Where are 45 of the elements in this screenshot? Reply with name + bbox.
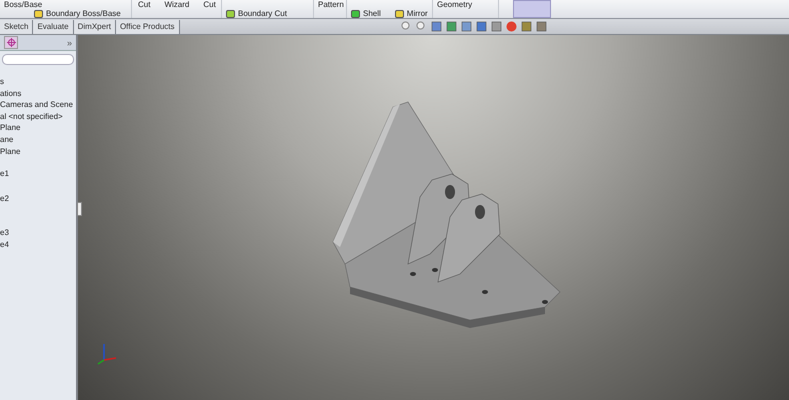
ribbon-command[interactable]: Boss/Base [4, 0, 42, 9]
ribbon-tab[interactable]: Office Products [116, 20, 180, 34]
command-icon [226, 10, 235, 18]
view-tool-icon[interactable] [446, 21, 457, 32]
tree-item[interactable]: al <not specified> [0, 110, 76, 122]
ribbon-tab[interactable]: Evaluate [33, 20, 74, 34]
ribbon-command[interactable]: Cut [203, 0, 216, 9]
tree-item[interactable]: e4 [0, 238, 76, 251]
view-tool-icon[interactable] [401, 21, 412, 32]
command-icon [351, 10, 360, 18]
property-tab[interactable] [4, 36, 18, 49]
filter-field[interactable] [2, 54, 74, 65]
view-tool-icon[interactable] [491, 21, 502, 32]
view-tool-icon[interactable] [416, 21, 427, 32]
view-tool-icon[interactable] [461, 21, 472, 32]
collapse-button[interactable]: » [66, 38, 72, 48]
ribbon-command[interactable]: Cut [138, 0, 150, 9]
ribbon-command[interactable]: Pattern [318, 0, 344, 9]
tree-item[interactable]: s [0, 76, 76, 88]
view-tool-icon[interactable] [536, 21, 547, 32]
ribbon-command[interactable]: Boundary Boss/Base [34, 9, 121, 18]
tree-item[interactable]: Cameras and Scene [0, 99, 76, 111]
view-tool-icon[interactable] [521, 21, 532, 32]
ribbon-tab[interactable]: Sketch [0, 20, 34, 34]
ribbon-command[interactable]: Geometry [437, 0, 472, 9]
tree-item[interactable]: ations [0, 88, 76, 100]
ribbon-command[interactable]: Wizard [164, 0, 190, 9]
ribbon-command[interactable]: Shell [351, 9, 381, 18]
command-icon [394, 10, 404, 18]
view-tool-icon[interactable] [476, 21, 487, 32]
ribbon-command[interactable]: Mirror [394, 9, 428, 18]
view-tool-icon[interactable] [431, 21, 442, 32]
command-icon [34, 10, 43, 18]
ribbon-command[interactable]: Boundary Cut [226, 9, 287, 18]
tree-item[interactable]: Plane [0, 122, 76, 134]
view-tool-icon[interactable] [506, 21, 517, 32]
splitter-handle[interactable] [77, 202, 82, 216]
crosshair-icon [6, 38, 16, 47]
tree-item[interactable]: e1 [0, 168, 76, 180]
tree-item[interactable]: e3 [0, 227, 76, 239]
tree-item[interactable]: ane [0, 134, 76, 146]
axis-triad-icon [98, 344, 116, 365]
tree-item[interactable]: e2 [0, 192, 76, 204]
tree-item[interactable]: Plane [0, 146, 76, 158]
ribbon-tab[interactable]: DimXpert [74, 20, 116, 34]
